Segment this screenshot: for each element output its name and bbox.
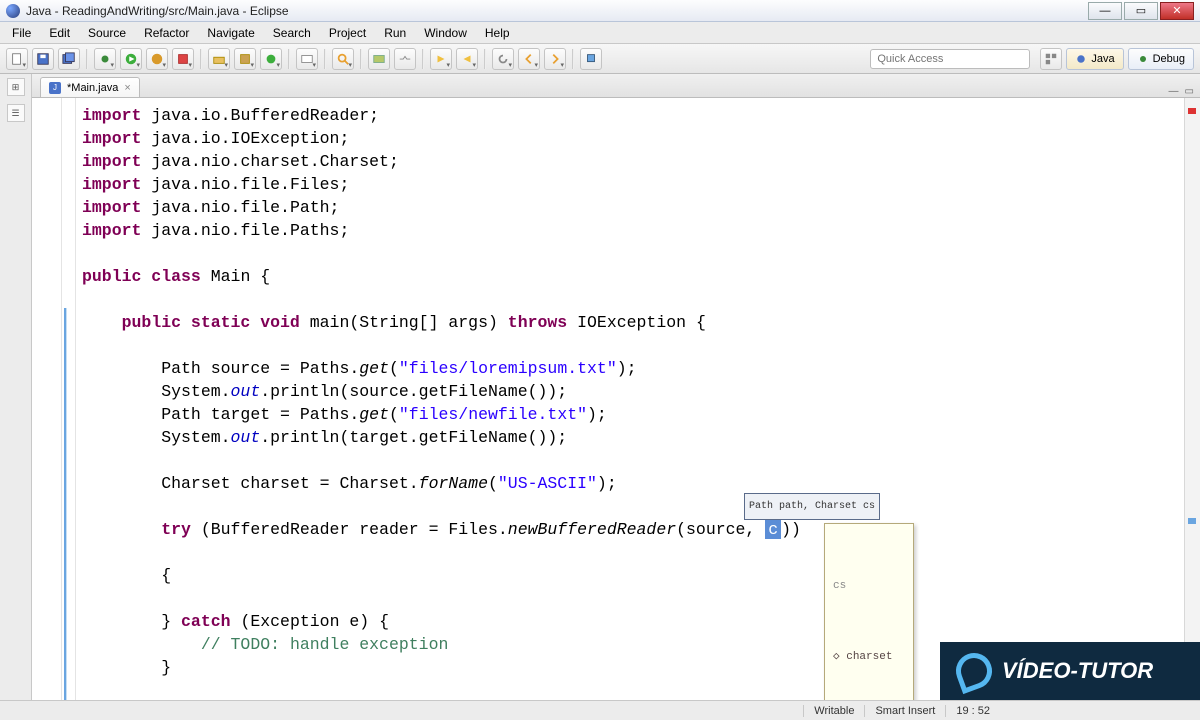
toolbar: Java Debug bbox=[0, 44, 1200, 74]
tab-tools: — ▭ bbox=[1163, 86, 1200, 97]
status-cursor-pos: 19 : 52 bbox=[945, 705, 1000, 717]
menu-file[interactable]: File bbox=[4, 24, 39, 42]
menu-navigate[interactable]: Navigate bbox=[199, 24, 262, 42]
fold-column bbox=[62, 98, 76, 700]
window-controls: — ▭ ✕ bbox=[1086, 2, 1194, 20]
left-trim: ⊞ ☰ bbox=[0, 74, 32, 700]
autocomplete-popup[interactable]: cs ◇ charset null bbox=[824, 523, 914, 700]
new-button[interactable] bbox=[6, 48, 28, 70]
editor-pane: J *Main.java × — ▭ ✕ import java.io.Buff… bbox=[32, 74, 1200, 700]
watermark: VÍDEO-TUTOR bbox=[940, 642, 1200, 700]
minimize-view-icon[interactable]: — bbox=[1169, 86, 1179, 97]
cursor-selection: c bbox=[765, 520, 781, 539]
package-explorer-icon[interactable]: ⊞ bbox=[7, 78, 25, 96]
autocomplete-item[interactable]: cs bbox=[831, 574, 907, 599]
menu-edit[interactable]: Edit bbox=[41, 24, 78, 42]
menu-source[interactable]: Source bbox=[80, 24, 134, 42]
search-button[interactable] bbox=[332, 48, 354, 70]
watermark-text: VÍDEO-TUTOR bbox=[1002, 658, 1153, 684]
autocomplete-item[interactable]: ◇ charset bbox=[831, 645, 907, 670]
maximize-view-icon[interactable]: ▭ bbox=[1185, 86, 1194, 97]
menu-run[interactable]: Run bbox=[376, 24, 414, 42]
menubar: File Edit Source Refactor Navigate Searc… bbox=[0, 22, 1200, 44]
run-button[interactable] bbox=[120, 48, 142, 70]
perspective-debug[interactable]: Debug bbox=[1128, 48, 1194, 70]
status-writable: Writable bbox=[803, 705, 864, 717]
statusbar: Writable Smart Insert 19 : 52 bbox=[0, 700, 1200, 720]
forward-button[interactable] bbox=[544, 48, 566, 70]
outline-icon[interactable]: ☰ bbox=[7, 104, 25, 122]
menu-refactor[interactable]: Refactor bbox=[136, 24, 197, 42]
workspace: ⊞ ☰ J *Main.java × — ▭ ✕ import java.io.… bbox=[0, 74, 1200, 700]
eclipse-icon bbox=[6, 4, 20, 18]
quick-access-input[interactable] bbox=[870, 49, 1030, 69]
tab-close-icon[interactable]: × bbox=[124, 82, 130, 94]
menu-help[interactable]: Help bbox=[477, 24, 518, 42]
ruler: ✕ bbox=[32, 98, 62, 700]
next-annotation-button[interactable] bbox=[430, 48, 452, 70]
fold-range-bar bbox=[64, 308, 67, 700]
menu-window[interactable]: Window bbox=[416, 24, 475, 42]
status-insert-mode: Smart Insert bbox=[864, 705, 945, 717]
menu-project[interactable]: Project bbox=[321, 24, 374, 42]
tab-label: *Main.java bbox=[67, 82, 118, 94]
last-edit-button[interactable] bbox=[492, 48, 514, 70]
open-type-button[interactable] bbox=[296, 48, 318, 70]
toggle-mark-button[interactable] bbox=[368, 48, 390, 70]
run-last-button[interactable] bbox=[146, 48, 168, 70]
window-titlebar: Java - ReadingAndWriting/src/Main.java -… bbox=[0, 0, 1200, 22]
new-class-button[interactable] bbox=[260, 48, 282, 70]
java-file-icon: J bbox=[49, 82, 61, 94]
editor-tabs: J *Main.java × — ▭ bbox=[32, 74, 1200, 98]
watermark-logo-icon bbox=[951, 648, 997, 694]
save-button[interactable] bbox=[32, 48, 54, 70]
open-perspective-button[interactable] bbox=[1040, 48, 1062, 70]
tab-main-java[interactable]: J *Main.java × bbox=[40, 77, 140, 97]
close-button[interactable]: ✕ bbox=[1160, 2, 1194, 20]
new-java-button[interactable] bbox=[208, 48, 230, 70]
back-button[interactable] bbox=[518, 48, 540, 70]
perspective-java[interactable]: Java bbox=[1066, 48, 1123, 70]
save-all-button[interactable] bbox=[58, 48, 80, 70]
prev-annotation-button[interactable] bbox=[456, 48, 478, 70]
toggle-breadcrumb-button[interactable] bbox=[394, 48, 416, 70]
overview-caret-marker bbox=[1188, 518, 1196, 524]
minimize-button[interactable]: — bbox=[1088, 2, 1122, 20]
overview-ruler[interactable] bbox=[1184, 98, 1200, 700]
menu-search[interactable]: Search bbox=[265, 24, 319, 42]
perspective-bar: Java Debug bbox=[1034, 48, 1194, 70]
code-editor[interactable]: import java.io.BufferedReader; import ja… bbox=[76, 98, 1184, 700]
editor-body: ✕ import java.io.BufferedReader; import … bbox=[32, 98, 1200, 700]
parameter-hint: Path path, Charset cs bbox=[744, 493, 880, 520]
new-package-button[interactable] bbox=[234, 48, 256, 70]
quick-access bbox=[870, 49, 1030, 69]
overview-error-marker[interactable] bbox=[1188, 108, 1196, 114]
debug-button[interactable] bbox=[94, 48, 116, 70]
window-title: Java - ReadingAndWriting/src/Main.java -… bbox=[26, 4, 1086, 18]
external-tools-button[interactable] bbox=[172, 48, 194, 70]
maximize-button[interactable]: ▭ bbox=[1124, 2, 1158, 20]
pin-editor-button[interactable] bbox=[580, 48, 602, 70]
